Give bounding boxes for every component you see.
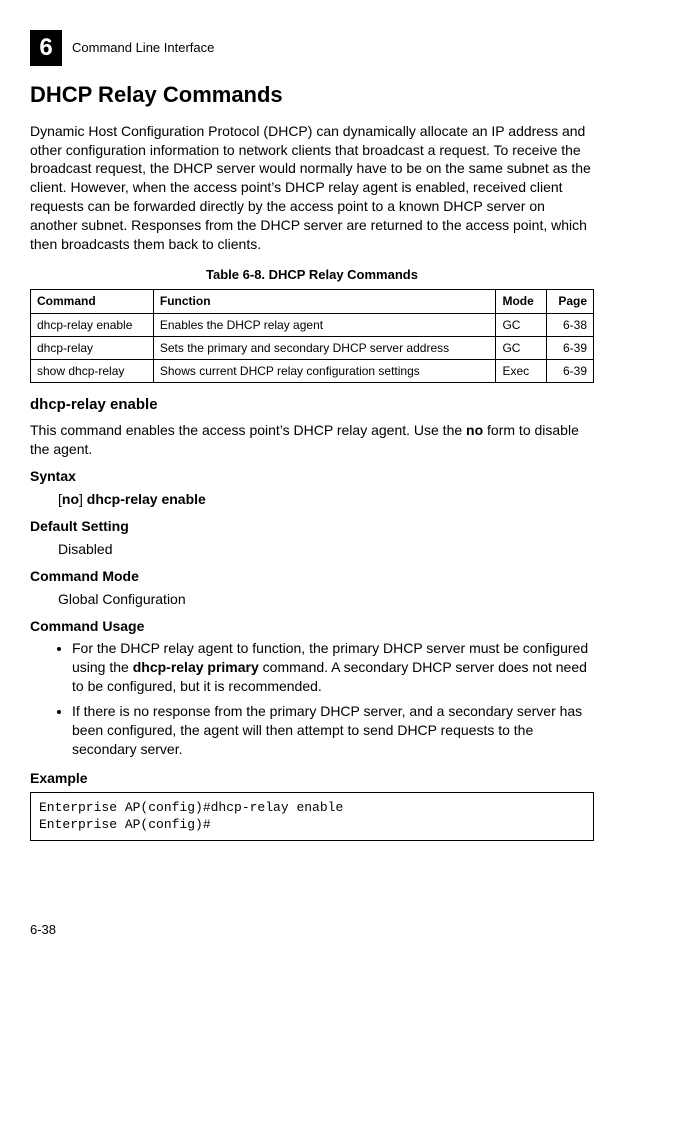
default-setting-label: Default Setting <box>30 517 594 536</box>
syntax-bracket-close: ] <box>79 491 87 507</box>
chapter-number-badge: 6 <box>30 30 62 66</box>
usage-list: For the DHCP relay agent to function, th… <box>30 639 594 758</box>
page-number: 6-38 <box>30 921 594 939</box>
col-function: Function <box>153 290 496 313</box>
col-mode: Mode <box>496 290 546 313</box>
usage-bullet: If there is no response from the primary… <box>72 702 594 759</box>
cell-function: Enables the DHCP relay agent <box>153 313 496 336</box>
cell-command: dhcp-relay enable <box>31 313 154 336</box>
dhcp-relay-commands-table: Table 6-8. DHCP Relay Commands Command F… <box>30 266 594 383</box>
table-row: dhcp-relay enable Enables the DHCP relay… <box>31 313 594 336</box>
command-description: This command enables the access point’s … <box>30 421 594 459</box>
default-setting-value: Disabled <box>58 540 594 559</box>
cell-mode: Exec <box>496 360 546 383</box>
command-mode-label: Command Mode <box>30 567 594 586</box>
command-mode-value: Global Configuration <box>58 590 594 609</box>
cell-mode: GC <box>496 336 546 359</box>
usage-bold-cmd: dhcp-relay primary <box>133 659 259 675</box>
table-header-row: Command Function Mode Page <box>31 290 594 313</box>
cell-page: 6-39 <box>546 336 593 359</box>
cell-mode: GC <box>496 313 546 336</box>
page-header: 6 Command Line Interface <box>30 30 594 66</box>
table-row: show dhcp-relay Shows current DHCP relay… <box>31 360 594 383</box>
command-usage-label: Command Usage <box>30 617 594 636</box>
usage-bullet: For the DHCP relay agent to function, th… <box>72 639 594 696</box>
cell-page: 6-39 <box>546 360 593 383</box>
example-code-block: Enterprise AP(config)#dhcp-relay enable … <box>30 792 594 841</box>
intro-paragraph: Dynamic Host Configuration Protocol (DHC… <box>30 122 594 254</box>
syntax-command: dhcp-relay enable <box>87 491 206 507</box>
section-label: Command Line Interface <box>72 39 214 57</box>
desc-text-pre: This command enables the access point’s … <box>30 422 466 438</box>
desc-no-keyword: no <box>466 422 483 438</box>
col-page: Page <box>546 290 593 313</box>
page-title: DHCP Relay Commands <box>30 80 594 110</box>
cell-command: show dhcp-relay <box>31 360 154 383</box>
table-row: dhcp-relay Sets the primary and secondar… <box>31 336 594 359</box>
syntax-line: [no] dhcp-relay enable <box>58 490 594 509</box>
cell-page: 6-38 <box>546 313 593 336</box>
cell-command: dhcp-relay <box>31 336 154 359</box>
syntax-no-keyword: no <box>62 491 79 507</box>
cell-function: Sets the primary and secondary DHCP serv… <box>153 336 496 359</box>
col-command: Command <box>31 290 154 313</box>
cell-function: Shows current DHCP relay configuration s… <box>153 360 496 383</box>
command-name-heading: dhcp-relay enable <box>30 395 594 415</box>
example-label: Example <box>30 769 594 788</box>
table-caption: Table 6-8. DHCP Relay Commands <box>30 266 594 290</box>
syntax-label: Syntax <box>30 467 594 486</box>
